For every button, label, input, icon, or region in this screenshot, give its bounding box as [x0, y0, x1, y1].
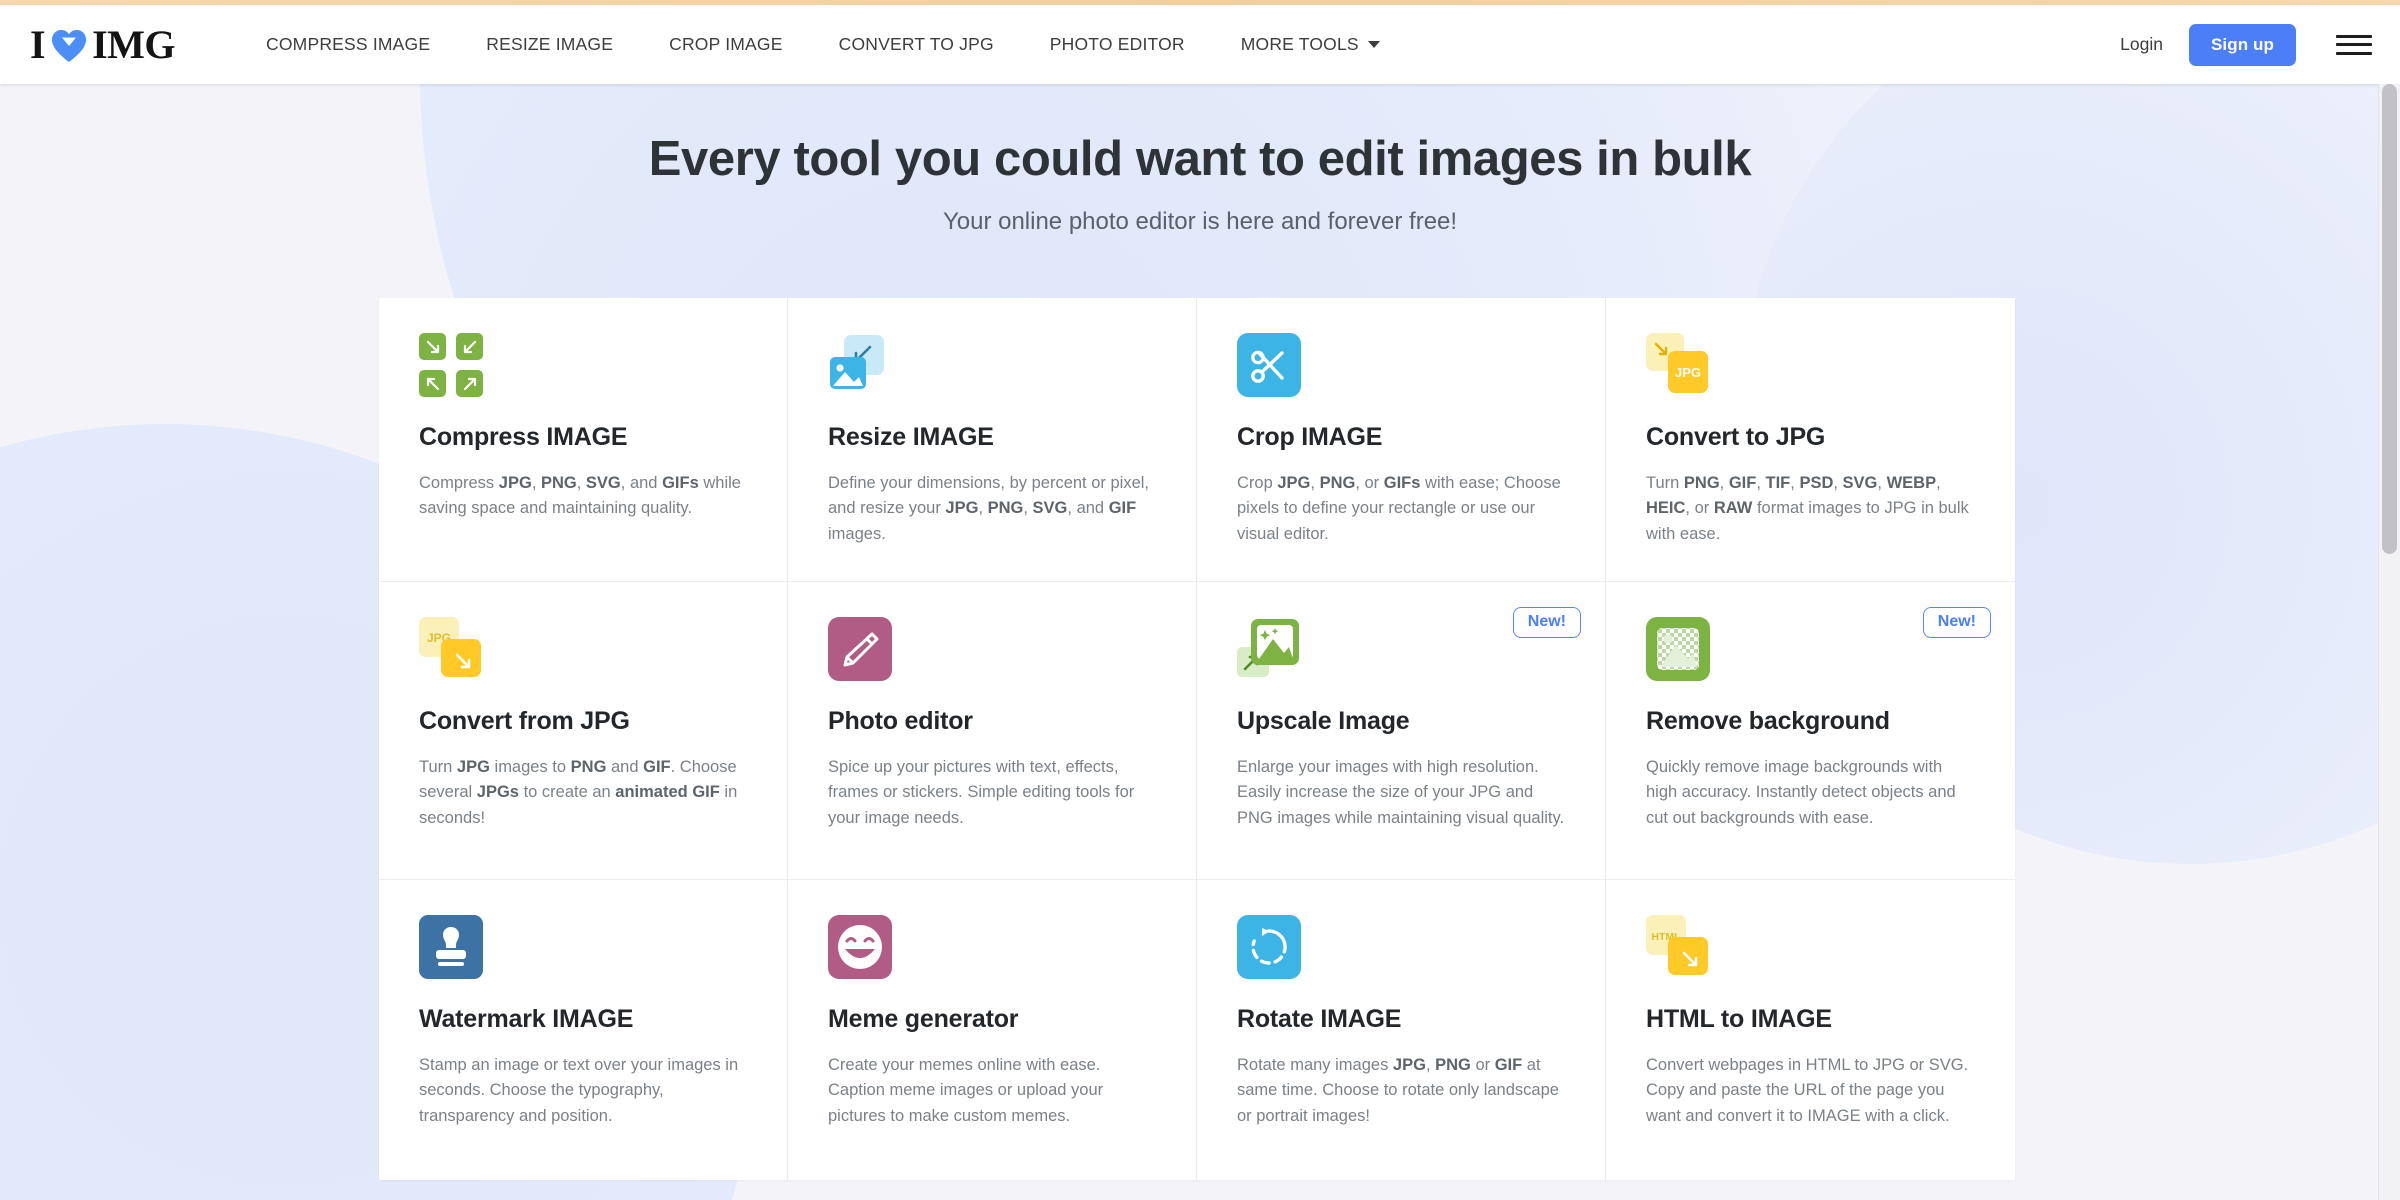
- scrollbar-thumb[interactable]: [2382, 84, 2397, 554]
- nav-convert-to-jpg[interactable]: CONVERT TO JPG: [811, 34, 1022, 55]
- upscale-image-icon: [1237, 617, 1301, 681]
- new-badge: New!: [1922, 607, 1991, 638]
- compress-arrows-icon: [419, 333, 483, 397]
- convert-to-jpg-icon: JPG: [1646, 333, 1710, 397]
- tool-card-description: Crop JPG, PNG, or GIFs with ease; Choose…: [1237, 473, 1561, 543]
- tool-card[interactable]: Meme generator Create your memes online w…: [788, 880, 1197, 1180]
- tool-card[interactable]: New! Remove background Quickly remove ima…: [1606, 582, 2015, 880]
- tool-card-description: Stamp an image or text over your images …: [419, 1055, 739, 1125]
- main-navigation: COMPRESS IMAGE RESIZE IMAGE CROP IMAGE C…: [238, 5, 1408, 84]
- tool-card-description: Turn PNG, GIF, TIF, PSD, SVG, WEBP, HEIC…: [1646, 473, 1969, 543]
- hamburger-bar: [2336, 43, 2372, 46]
- stamp-icon: [419, 915, 483, 979]
- nav-more-tools-label: MORE TOOLS: [1240, 34, 1359, 54]
- tool-card-title: Convert to JPG: [1646, 423, 1826, 451]
- pencil-icon: [828, 617, 892, 681]
- tool-card-title: Photo editor: [828, 707, 973, 735]
- tool-card[interactable]: New! Upscale Image Enlarge your images wi…: [1197, 582, 1606, 880]
- nav-more-tools[interactable]: MORE TOOLS: [1213, 34, 1408, 55]
- site-header: I IMG COMPRESS IMAGE RESIZE IMAGE CROP I…: [0, 5, 2400, 84]
- tool-card[interactable]: Watermark IMAGE Stamp an image or text ov…: [379, 880, 788, 1180]
- tool-card[interactable]: HTML HTML to IMAGE Convert webpages in HT…: [1606, 880, 2015, 1180]
- tool-card-description: Rotate many images JPG, PNG or GIF at sa…: [1237, 1055, 1559, 1125]
- tools-grid: Compress IMAGE Compress JPG, PNG, SVG, an…: [379, 298, 2015, 1180]
- header-actions: Login Sign up: [2106, 23, 2372, 66]
- nav-resize-image[interactable]: RESIZE IMAGE: [458, 34, 641, 55]
- tool-card-description: Convert webpages in HTML to JPG or SVG. …: [1646, 1055, 1969, 1125]
- hamburger-bar: [2336, 34, 2372, 38]
- tool-card[interactable]: JPG Convert to JPG Turn PNG, GIF, TIF, PS…: [1606, 298, 2015, 582]
- tool-card[interactable]: Photo editor Spice up your pictures with …: [788, 582, 1197, 880]
- tool-card-title: Upscale Image: [1237, 707, 1410, 735]
- tool-card-description: Create your memes online with ease. Capt…: [828, 1055, 1104, 1125]
- nav-compress-image[interactable]: COMPRESS IMAGE: [238, 34, 458, 55]
- html-to-image-icon: HTML: [1646, 915, 1710, 979]
- hamburger-menu-icon[interactable]: [2336, 32, 2372, 58]
- logo-text-left: I: [30, 21, 46, 67]
- page-title: Every tool you could want to edit images…: [648, 132, 1752, 186]
- page-subtitle: Your online photo editor is here and for…: [942, 207, 1458, 235]
- tool-card-title: Watermark IMAGE: [419, 1005, 634, 1033]
- nav-photo-editor[interactable]: PHOTO EDITOR: [1022, 34, 1213, 55]
- tool-card-title: Crop IMAGE: [1237, 423, 1383, 451]
- tool-card-description: Define your dimensions, by percent or pi…: [828, 473, 1149, 543]
- login-link[interactable]: Login: [2106, 26, 2177, 63]
- tool-card[interactable]: Compress IMAGE Compress JPG, PNG, SVG, an…: [379, 298, 788, 582]
- tool-card-title: HTML to IMAGE: [1646, 1005, 1832, 1033]
- hero-section: Every tool you could want to edit images…: [0, 84, 2400, 236]
- scissors-icon: [1237, 333, 1301, 397]
- convert-from-jpg-icon: JPG: [419, 617, 483, 681]
- new-badge: New!: [1512, 607, 1581, 638]
- tool-card-description: Spice up your pictures with text, effect…: [828, 757, 1135, 827]
- tool-card-description: Quickly remove image backgrounds with hi…: [1646, 757, 1956, 827]
- tool-card[interactable]: JPG Convert from JPG Turn JPG images to P…: [379, 582, 788, 880]
- signup-button[interactable]: Sign up: [2188, 23, 2296, 66]
- tool-card-description: Enlarge your images with high resolution…: [1237, 757, 1565, 827]
- heart-icon: [51, 29, 87, 63]
- nav-crop-image[interactable]: CROP IMAGE: [641, 34, 811, 55]
- site-logo[interactable]: I IMG: [30, 5, 176, 84]
- rotate-arrow-icon: [1237, 915, 1301, 979]
- tool-card[interactable]: Resize IMAGE Define your dimensions, by p…: [788, 298, 1197, 582]
- tool-card-title: Remove background: [1646, 707, 1890, 735]
- chevron-down-icon: [1367, 41, 1380, 48]
- browser-top-strip: [0, 0, 2400, 5]
- tool-card-title: Rotate IMAGE: [1237, 1005, 1402, 1033]
- tool-card[interactable]: Rotate IMAGE Rotate many images JPG, PNG …: [1197, 880, 1606, 1180]
- resize-picture-arrow-icon: [828, 333, 892, 397]
- tool-card-title: Meme generator: [828, 1005, 1019, 1033]
- logo-text-right: IMG: [92, 21, 176, 67]
- tool-card-title: Compress IMAGE: [419, 423, 628, 451]
- hamburger-bar: [2336, 51, 2372, 55]
- page-scrollbar[interactable]: [2378, 84, 2400, 1200]
- tool-card-title: Convert from JPG: [419, 707, 630, 735]
- tool-card[interactable]: Crop IMAGE Crop JPG, PNG, or GIFs with ea…: [1197, 298, 1606, 582]
- svg-text:JPG: JPG: [1675, 365, 1701, 380]
- tool-card-description: Compress JPG, PNG, SVG, and GIFs while s…: [419, 473, 741, 518]
- remove-background-icon: [1646, 617, 1710, 681]
- tool-card-title: Resize IMAGE: [828, 423, 994, 451]
- laughing-face-icon: [828, 915, 892, 979]
- tool-card-description: Turn JPG images to PNG and GIF. Choose s…: [419, 757, 738, 827]
